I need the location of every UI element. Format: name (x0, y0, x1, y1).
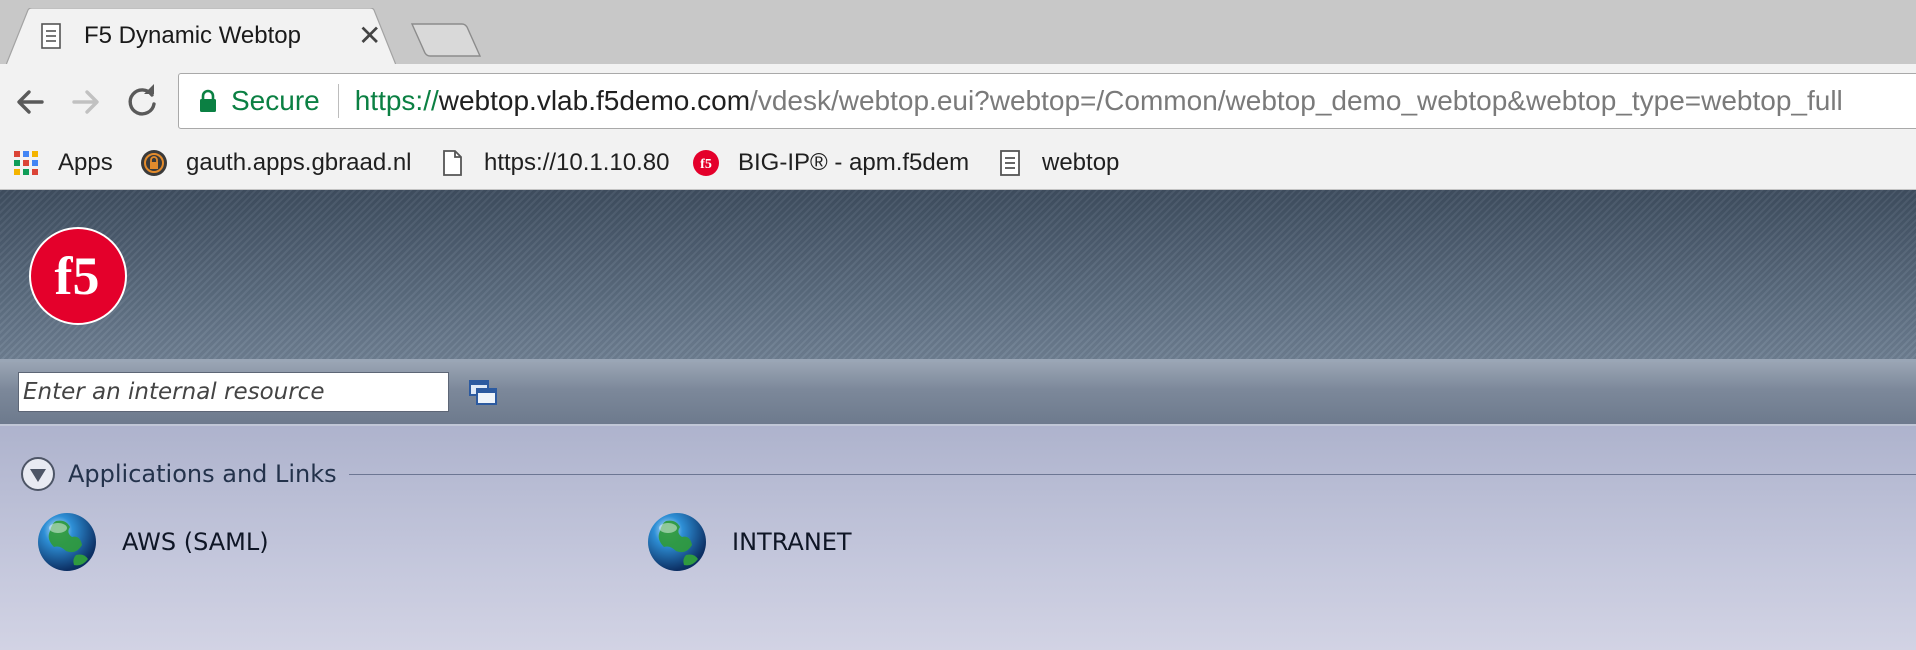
bookmark-label: gauth.apps.gbraad.nl (186, 149, 412, 176)
section-divider (348, 473, 1916, 475)
bookmark-label: BIG-IP® - apm.f5dem (738, 149, 970, 176)
bookmark-webtop[interactable]: webtop (996, 138, 1119, 188)
tab-title: F5 Dynamic Webtop (84, 22, 301, 49)
section-header: Applications and Links (20, 454, 1916, 494)
lock-badge-icon (141, 150, 167, 176)
forward-arrow-icon[interactable] (66, 82, 106, 122)
globe-icon (38, 513, 96, 571)
bookmark-label: https://10.1.10.80 (484, 149, 670, 176)
url-path: /vdesk/webtop.eui?webtop=/Common/webtop_… (750, 85, 1843, 116)
address-divider (337, 84, 339, 118)
app-link-aws-saml[interactable]: AWS (SAML) (36, 510, 269, 574)
app-link-label: INTRANET (732, 528, 852, 556)
svg-text:f5: f5 (55, 246, 100, 306)
apps-grid-icon (14, 151, 38, 175)
app-link-intranet[interactable]: INTRANET (646, 510, 852, 574)
section-title: Applications and Links (68, 460, 337, 488)
webtop-header: f5 (0, 190, 1916, 362)
f5-icon: f5 (693, 150, 719, 176)
browser-tab[interactable]: F5 Dynamic Webtop ✕ (6, 8, 396, 65)
svg-text:f5: f5 (700, 157, 712, 172)
bookmark-ip[interactable]: https://10.1.10.80 (438, 138, 669, 188)
reload-icon[interactable] (122, 82, 162, 122)
close-icon[interactable]: ✕ (358, 22, 381, 50)
url-text[interactable]: https://webtop.vlab.f5demo.com/vdesk/web… (355, 85, 1843, 117)
bookmarks-bar: Apps gauth.apps.gbraad.nl https://10.1.1… (0, 138, 1916, 190)
bookmark-bigip[interactable]: f5 BIG-IP® - apm.f5dem (692, 138, 970, 188)
secure-label[interactable]: Secure (231, 85, 320, 117)
resource-search-bar (0, 362, 1916, 426)
url-scheme: https:// (354, 85, 439, 116)
bookmark-apps[interactable]: Apps (12, 138, 113, 188)
tab-strip: F5 Dynamic Webtop ✕ (0, 0, 1916, 65)
globe-icon (648, 513, 706, 571)
f5-logo: f5 (29, 227, 127, 325)
url-host: webtop.vlab.f5demo.com (438, 85, 751, 116)
resource-input[interactable] (18, 372, 449, 412)
bookmark-gauth[interactable]: gauth.apps.gbraad.nl (140, 138, 412, 188)
document-icon (443, 150, 462, 176)
browser-toolbar: Secure https://webtop.vlab.f5demo.com/vd… (0, 64, 1916, 138)
bookmark-label: Apps (58, 149, 113, 176)
collapse-section-icon[interactable] (20, 456, 56, 492)
bookmark-label: webtop (1042, 149, 1120, 176)
open-window-icon[interactable] (468, 378, 498, 408)
new-tab-button[interactable] (410, 22, 482, 58)
document-icon (1000, 150, 1020, 176)
webtop-content: Applications and Links AWS (SAML) INTRAN… (0, 426, 1916, 650)
lock-icon (200, 89, 216, 112)
back-arrow-icon[interactable] (10, 82, 50, 122)
app-link-label: AWS (SAML) (122, 528, 269, 556)
document-icon (41, 23, 61, 49)
address-bar[interactable]: Secure https://webtop.vlab.f5demo.com/vd… (178, 73, 1916, 129)
